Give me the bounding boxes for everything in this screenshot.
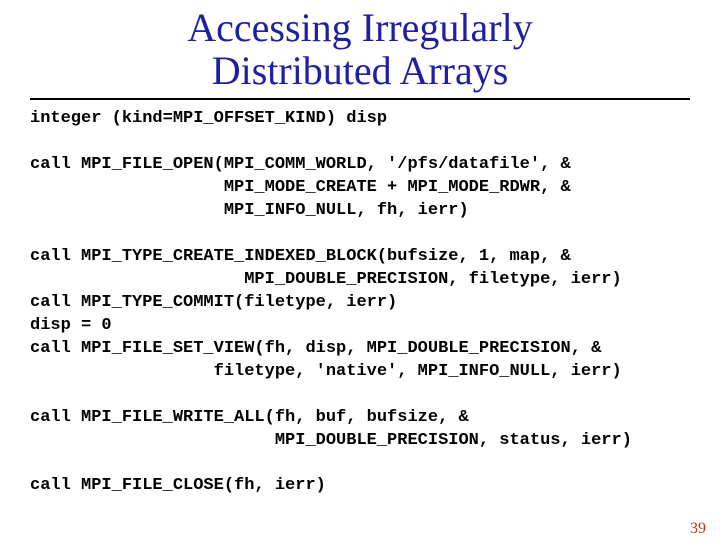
title-line-2: Distributed Arrays (212, 48, 509, 93)
code-line: MPI_INFO_NULL, fh, ierr) (30, 201, 469, 220)
code-line: filetype, 'native', MPI_INFO_NULL, ierr) (30, 362, 622, 381)
code-line: call MPI_FILE_OPEN(MPI_COMM_WORLD, '/pfs… (30, 155, 571, 174)
code-line: integer (kind=MPI_OFFSET_KIND) disp (30, 109, 387, 128)
code-line: MPI_MODE_CREATE + MPI_MODE_RDWR, & (30, 178, 571, 197)
code-line: call MPI_FILE_CLOSE(fh, ierr) (30, 476, 326, 495)
code-block: integer (kind=MPI_OFFSET_KIND) disp call… (30, 108, 690, 498)
code-line: call MPI_TYPE_CREATE_INDEXED_BLOCK(bufsi… (30, 247, 571, 266)
code-line: disp = 0 (30, 316, 112, 335)
code-line: MPI_DOUBLE_PRECISION, filetype, ierr) (30, 270, 622, 289)
code-line: call MPI_FILE_SET_VIEW(fh, disp, MPI_DOU… (30, 339, 601, 358)
slide-title: Accessing Irregularly Distributed Arrays (40, 6, 680, 92)
page-number: 39 (690, 520, 706, 538)
code-line: MPI_DOUBLE_PRECISION, status, ierr) (30, 431, 632, 450)
code-line: call MPI_FILE_WRITE_ALL(fh, buf, bufsize… (30, 408, 469, 427)
code-line: call MPI_TYPE_COMMIT(filetype, ierr) (30, 293, 397, 312)
title-divider (30, 98, 690, 100)
title-line-1: Accessing Irregularly (187, 5, 532, 50)
